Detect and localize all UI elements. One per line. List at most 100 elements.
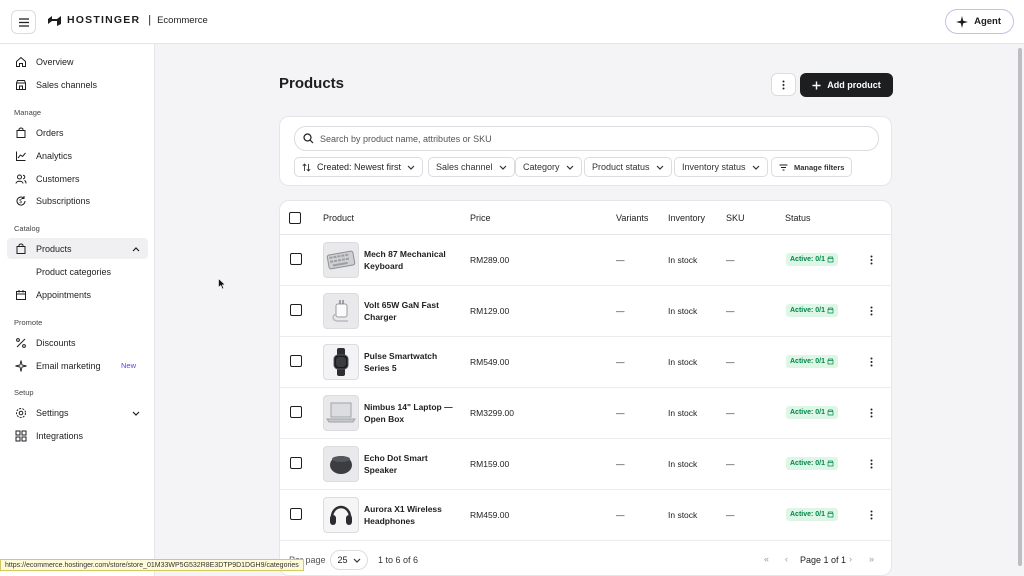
product-thumbnail[interactable]	[323, 293, 359, 329]
next-page-icon[interactable]: ›	[849, 554, 852, 564]
app-name: Ecommerce	[157, 14, 208, 26]
product-name[interactable]: Pulse Smartwatch Series 5	[364, 350, 459, 374]
brand-name: HOSTINGER	[67, 14, 141, 26]
sidebar-item-appointments[interactable]: Appointments	[7, 284, 148, 305]
row-checkbox[interactable]	[290, 355, 302, 367]
table-row[interactable]: Volt 65W GaN Fast Charger RM129.00 — In …	[280, 286, 891, 337]
product-name[interactable]: Nimbus 14" Laptop — Open Box	[364, 401, 459, 425]
agent-button[interactable]: Agent	[945, 9, 1014, 34]
product-status-filter[interactable]: Product status	[584, 157, 672, 177]
per-page-value: 25	[337, 555, 348, 565]
product-thumbnail[interactable]	[323, 242, 359, 278]
select-all-checkbox[interactable]	[289, 212, 301, 224]
product-thumbnail[interactable]	[323, 344, 359, 380]
row-more-options-button[interactable]	[866, 252, 876, 268]
plus-icon	[812, 81, 821, 89]
sidebar-item-integrations[interactable]: Integrations	[7, 425, 148, 446]
product-name[interactable]: Volt 65W GaN Fast Charger	[364, 299, 459, 323]
row-more-options-button[interactable]	[866, 405, 876, 421]
status-badge[interactable]: Active: 0/1	[786, 304, 839, 317]
sidebar-item-label: Discounts	[36, 337, 76, 348]
manage-filters-button[interactable]: Manage filters	[771, 157, 853, 177]
sidebar-item-sales-channels[interactable]: Sales channels	[7, 74, 148, 95]
sidebar-item-discounts[interactable]: Discounts	[7, 332, 148, 353]
column-header-price[interactable]: Price	[470, 213, 491, 223]
product-name[interactable]: Echo Dot Smart Speaker	[364, 452, 459, 476]
sidebar-item-product-categories[interactable]: Product categories	[7, 261, 148, 282]
sidebar-item-customers[interactable]: Customers	[7, 168, 148, 189]
chevron-down-icon	[499, 165, 506, 170]
page-more-options-button[interactable]	[771, 73, 796, 96]
product-sku: —	[726, 510, 735, 520]
product-name[interactable]: Mech 87 Mechanical Keyboard	[364, 248, 459, 272]
store-status-icon	[827, 307, 834, 314]
row-more-options-button[interactable]	[866, 354, 876, 370]
add-product-button[interactable]: Add product	[800, 73, 893, 97]
product-name[interactable]: Aurora X1 Wireless Headphones	[364, 503, 459, 527]
table-row[interactable]: Pulse Smartwatch Series 5 RM549.00 — In …	[280, 337, 891, 388]
store-status-icon	[827, 460, 834, 467]
last-page-icon[interactable]: »	[869, 554, 874, 564]
product-price: RM3299.00	[470, 408, 514, 418]
status-badge[interactable]: Active: 0/1	[786, 253, 839, 266]
kebab-icon	[870, 510, 872, 520]
inventory-status-filter[interactable]: Inventory status	[674, 157, 768, 177]
row-more-options-button[interactable]	[866, 456, 876, 472]
row-checkbox[interactable]	[290, 304, 302, 316]
sidebar-item-products[interactable]: Products	[7, 238, 148, 259]
status-badge[interactable]: Active: 0/1	[786, 457, 839, 470]
product-sku: —	[726, 357, 735, 367]
sidebar-item-orders[interactable]: Orders	[7, 122, 148, 143]
status-text: Active: 0/1	[790, 358, 826, 365]
previous-page-icon[interactable]: ‹	[785, 554, 788, 564]
sidebar-item-subscriptions[interactable]: $ Subscriptions	[7, 190, 148, 211]
search-input[interactable]	[320, 133, 840, 144]
sidebar-item-analytics[interactable]: Analytics	[7, 145, 148, 166]
row-more-options-button[interactable]	[866, 303, 876, 319]
product-thumbnail[interactable]	[323, 446, 359, 482]
menu-toggle-button[interactable]	[11, 10, 36, 34]
product-inventory: In stock	[668, 408, 698, 418]
per-page-select[interactable]: 25	[330, 550, 368, 570]
store-icon	[14, 78, 28, 92]
table-row[interactable]: Echo Dot Smart Speaker RM159.00 — In sto…	[280, 439, 891, 490]
sort-dropdown[interactable]: Created: Newest first	[294, 157, 424, 177]
sparkle-icon	[14, 359, 28, 373]
pagination-bar: Per page 25 1 to 6 of 6 « ‹ Page 1 of 1 …	[280, 547, 891, 575]
kebab-icon	[870, 408, 872, 418]
table-row[interactable]: Nimbus 14" Laptop — Open Box RM3299.00 —…	[280, 388, 891, 439]
brand-logo[interactable]: HOSTINGER | Ecommerce	[48, 14, 208, 26]
table-row[interactable]: Aurora X1 Wireless Headphones RM459.00 —…	[280, 490, 891, 541]
row-checkbox[interactable]	[290, 457, 302, 469]
sidebar-item-label: Orders	[36, 127, 64, 138]
kebab-icon	[870, 255, 872, 265]
search-box[interactable]	[294, 126, 879, 151]
row-more-options-button[interactable]	[866, 507, 876, 523]
product-thumbnail[interactable]	[323, 395, 359, 431]
status-badge[interactable]: Active: 0/1	[786, 406, 839, 419]
status-badge[interactable]: Active: 0/1	[786, 508, 839, 521]
product-thumbnail[interactable]	[323, 497, 359, 533]
scrollbar-thumb[interactable]	[1018, 48, 1022, 566]
table-row[interactable]: Mech 87 Mechanical Keyboard RM289.00 — I…	[280, 235, 891, 286]
status-badge[interactable]: Active: 0/1	[786, 355, 839, 368]
sort-icon	[302, 162, 311, 172]
column-header-product[interactable]: Product	[323, 213, 354, 223]
keyboard-image	[326, 250, 356, 270]
category-filter[interactable]: Category	[515, 157, 582, 177]
headphones-image	[330, 505, 352, 525]
sidebar-item-label: Appointments	[36, 289, 92, 300]
row-checkbox[interactable]	[290, 406, 302, 418]
sidebar-item-label: Subscriptions	[36, 195, 91, 206]
sidebar-item-label: Analytics	[36, 150, 73, 161]
status-text: Active: 0/1	[790, 256, 826, 263]
sidebar-item-label: Settings	[36, 407, 69, 418]
sidebar-item-email-marketing[interactable]: Email marketing New	[7, 355, 148, 376]
row-checkbox[interactable]	[290, 253, 302, 265]
row-checkbox[interactable]	[290, 508, 302, 520]
sales-channel-filter[interactable]: Sales channel	[428, 157, 515, 177]
first-page-icon[interactable]: «	[764, 554, 769, 564]
sidebar-item-overview[interactable]: Overview	[7, 51, 148, 72]
grid-icon	[14, 429, 28, 443]
sidebar-item-settings[interactable]: Settings	[7, 402, 148, 423]
